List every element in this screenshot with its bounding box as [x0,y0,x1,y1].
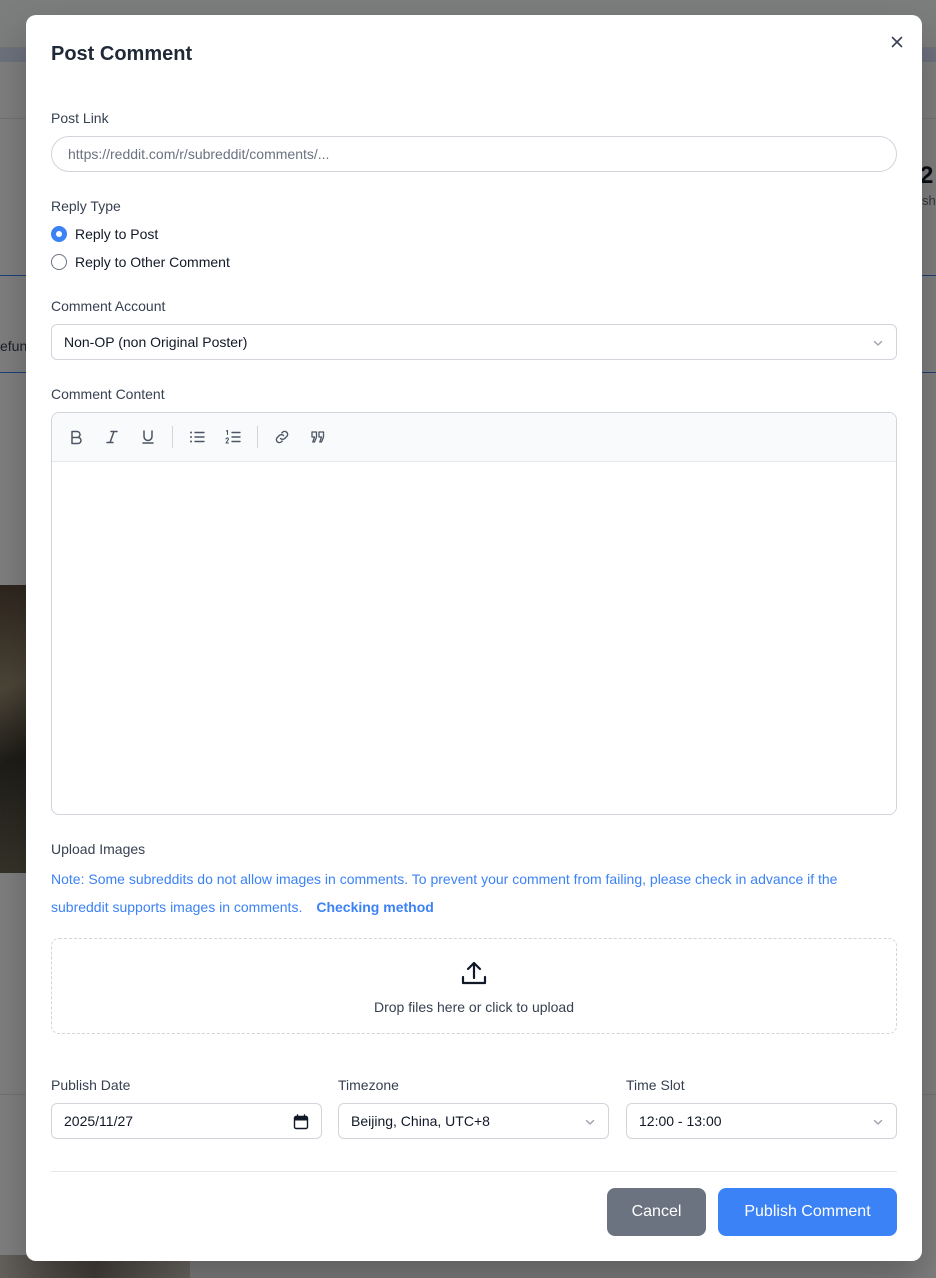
upload-dropzone[interactable]: Drop files here or click to upload [51,938,897,1034]
chevron-down-icon [873,340,883,346]
toolbar-separator [257,426,258,448]
bullet-list-button[interactable] [187,427,207,447]
time-slot-select[interactable]: 12:00 - 13:00 [626,1103,897,1139]
dropzone-text: Drop files here or click to upload [374,999,574,1015]
underline-icon [142,430,154,444]
chevron-down-icon [873,1119,883,1125]
comment-editor [51,412,897,815]
post-link-input[interactable] [51,136,897,172]
quote-button[interactable] [308,427,328,447]
italic-button[interactable] [102,427,122,447]
reply-type-label: Reply Type [51,198,121,214]
editor-toolbar [52,413,896,462]
link-button[interactable] [272,427,292,447]
chevron-down-icon [585,1119,595,1125]
time-slot-label: Time Slot [626,1077,685,1093]
publish-comment-button[interactable]: Publish Comment [718,1188,897,1236]
radio-label: Reply to Other Comment [75,254,230,270]
time-slot-value: 12:00 - 13:00 [639,1113,722,1129]
radio-unchecked-icon[interactable] [51,254,67,270]
numbered-list-button[interactable] [223,427,243,447]
timezone-select[interactable]: Beijing, China, UTC+8 [338,1103,609,1139]
numbered-list-icon [225,429,241,444]
post-link-label: Post Link [51,110,109,126]
cancel-button[interactable]: Cancel [607,1188,706,1236]
reply-to-other-comment-radio[interactable]: Reply to Other Comment [51,252,230,272]
upload-icon [461,961,487,985]
checking-method-link[interactable]: Checking method [316,899,433,915]
toolbar-separator [172,426,173,448]
footer-divider [51,1171,897,1172]
upload-note: Note: Some subreddits do not allow image… [51,865,891,921]
timezone-value: Beijing, China, UTC+8 [351,1113,490,1129]
upload-note-text: Note: Some subreddits do not allow image… [51,871,838,915]
modal-title: Post Comment [51,43,193,65]
quote-icon [311,431,325,443]
comment-account-select[interactable]: Non-OP (non Original Poster) [51,324,897,360]
comment-content-editor[interactable] [52,462,896,814]
publish-date-input[interactable]: 2025/11/27 [51,1103,322,1139]
radio-label: Reply to Post [75,226,159,242]
bullet-list-icon [190,431,205,443]
post-comment-modal: Post Comment Post Link Reply Type Reply … [26,15,922,1261]
publish-date-label: Publish Date [51,1077,131,1093]
publish-date-value: 2025/11/27 [64,1113,134,1129]
close-button[interactable] [886,31,908,53]
calendar-icon[interactable] [293,1114,309,1130]
bold-button[interactable] [66,427,86,447]
close-icon [891,36,903,48]
italic-icon [106,430,118,444]
timezone-label: Timezone [338,1077,399,1093]
link-icon [275,430,289,444]
underline-button[interactable] [138,427,158,447]
reply-to-post-radio[interactable]: Reply to Post [51,224,158,244]
comment-account-value: Non-OP (non Original Poster) [64,334,248,350]
upload-images-label: Upload Images [51,841,146,857]
bold-icon [71,430,82,445]
radio-checked-icon[interactable] [51,226,67,242]
comment-account-label: Comment Account [51,298,166,314]
comment-content-label: Comment Content [51,386,165,402]
